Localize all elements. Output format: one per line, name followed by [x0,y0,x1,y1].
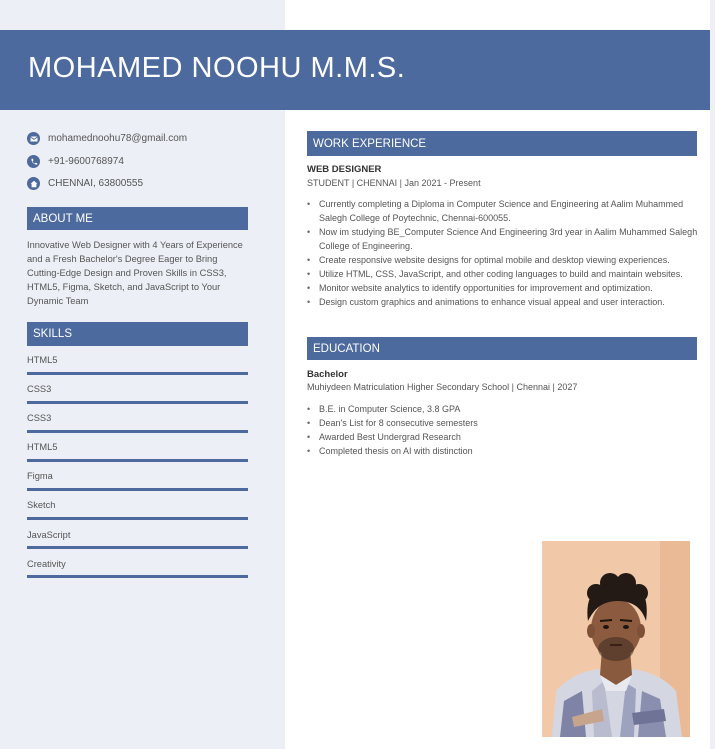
phone-text: +91-9600768974 [48,156,124,167]
contact-address: CHENNAI, 63800555 [27,177,143,190]
contact-email: mohamednoohu78@gmail.com [27,132,187,145]
skill-name: CSS3 [27,384,52,394]
job-title: WEB DESIGNER [307,164,382,175]
education-bullet: Dean's List for 8 consecutive semesters [307,416,702,430]
home-icon [27,177,40,190]
profile-photo-drawing [542,541,690,737]
work-bullet: Now im studying BE_Computer Science And … [307,225,702,253]
mail-icon [27,132,40,145]
skill-item: Sketch [27,500,248,520]
profile-photo [542,541,690,737]
skills-heading: SKILLS [27,322,248,346]
email-text: mohamednoohu78@gmail.com [48,133,188,144]
skill-item: JavaScript [27,530,248,549]
school-line: Muhiydeen Matriculation Higher Secondary… [307,382,578,392]
education-bullet: Completed thesis on AI with distinction [307,444,702,458]
skill-bar [27,372,248,375]
education-heading: EDUCATION [307,337,697,360]
contact-phone: +91-9600768974 [27,155,124,168]
about-text: Innovative Web Designer with 4 Years of … [27,240,243,306]
job-meta: STUDENT | CHENNAI | Jan 2021 - Present [307,178,481,188]
education-bullets: B.E. in Computer Science, 3.8 GPA Dean's… [307,402,702,458]
work-heading-label: WORK EXPERIENCE [313,137,427,150]
skill-name: CSS3 [27,413,52,423]
work-bullet: Design custom graphics and animations to… [307,295,702,309]
page-edge [710,0,715,749]
work-bullet: Create responsive website designs for op… [307,253,702,267]
education-heading-label: EDUCATION [313,342,380,355]
address-text: CHENNAI, 63800555 [48,178,144,189]
work-heading: WORK EXPERIENCE [307,131,697,156]
degree-title: Bachelor [307,369,348,380]
skill-bar [27,488,248,491]
skill-item: HTML5 [27,442,248,462]
skill-name: Creativity [27,559,66,569]
skill-bar [27,546,248,549]
about-heading: ABOUT ME [27,207,248,230]
work-bullets: Currently completing a Diploma in Comput… [307,197,702,309]
work-bullet: Utilize HTML, CSS, JavaScript, and other… [307,267,702,281]
skill-bar [27,517,248,520]
work-bullet: Monitor website analytics to identify op… [307,281,702,295]
skill-item: Creativity [27,559,248,578]
education-bullet: B.E. in Computer Science, 3.8 GPA [307,402,702,416]
resume-name: MOHAMED NOOHU M.M.S. [28,52,406,84]
skill-name: Sketch [27,500,56,510]
skill-bar [27,401,248,404]
skill-bar [27,459,248,462]
skill-item: CSS3 [27,384,248,404]
skill-item: HTML5 [27,355,248,375]
header-banner: MOHAMED NOOHU M.M.S. [0,30,710,110]
skill-name: JavaScript [27,530,71,540]
skill-bar [27,430,248,433]
skill-bar [27,575,248,578]
skills-heading-label: SKILLS [33,328,72,340]
skill-item: Figma [27,471,248,491]
phone-icon [27,155,40,168]
skill-name: Figma [27,471,53,481]
work-bullet: Currently completing a Diploma in Comput… [307,197,702,225]
skill-name: HTML5 [27,442,58,452]
about-heading-label: ABOUT ME [33,212,93,225]
skill-name: HTML5 [27,355,58,365]
education-bullet: Awarded Best Undergrad Research [307,430,702,444]
skill-item: CSS3 [27,413,248,433]
